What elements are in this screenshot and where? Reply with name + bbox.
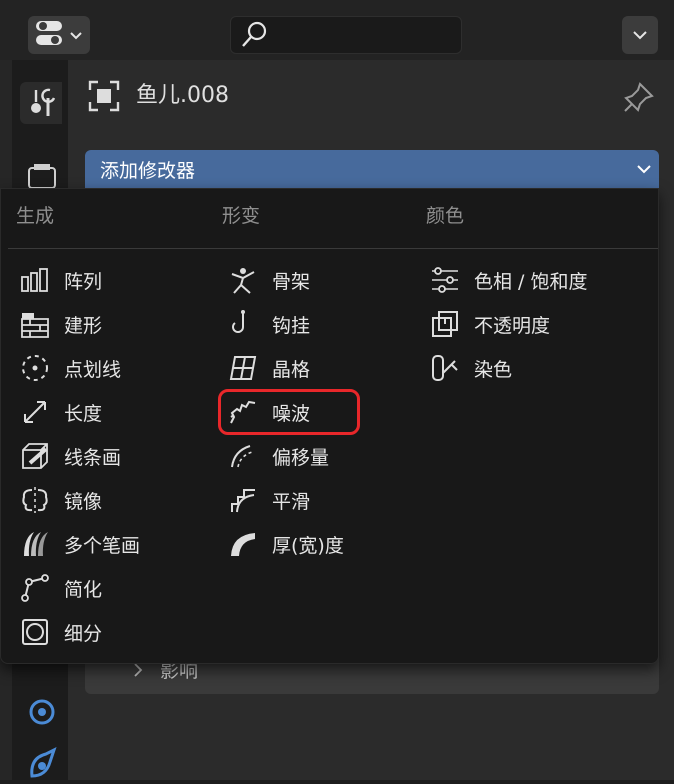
menu-item-lattice[interactable]: 晶格	[228, 348, 310, 388]
chevron-right-icon[interactable]	[132, 662, 144, 682]
mirror-icon	[20, 485, 50, 515]
menu-item-label: 平滑	[272, 490, 311, 513]
object-name: 鱼儿.008	[136, 83, 229, 108]
simplify-icon	[20, 573, 50, 603]
lattice-icon	[228, 353, 258, 383]
menu-heading-deform: 形变	[222, 205, 261, 227]
chevron-down-icon	[633, 31, 647, 40]
chevron-down-icon	[69, 26, 83, 45]
menu-item-build[interactable]: 建形	[20, 304, 102, 344]
menu-item-offset[interactable]: 偏移量	[228, 436, 329, 476]
menu-divider	[8, 248, 658, 249]
menu-item-label: 建形	[64, 314, 103, 337]
options-button[interactable]	[622, 16, 658, 54]
menu-item-label: 长度	[64, 402, 103, 425]
build-icon	[20, 309, 50, 339]
menu-item-label: 晶格	[272, 358, 311, 381]
tab-physics[interactable]	[26, 696, 58, 732]
menu-item-thickness[interactable]: 厚(宽)度	[228, 524, 344, 564]
menu-item-simplify[interactable]: 简化	[20, 568, 102, 608]
menu-item-label: 简化	[64, 578, 103, 601]
menu-item-label: 镜像	[64, 490, 103, 513]
chevron-down-icon	[637, 165, 651, 174]
object-square-icon	[88, 80, 120, 116]
physics-icon	[29, 699, 55, 725]
menu-heading-color: 颜色	[426, 205, 465, 227]
properties-editor-icon	[35, 19, 65, 51]
menu-item-multiple-strokes[interactable]: 多个笔画	[20, 524, 140, 564]
tool-settings-icon	[31, 88, 56, 116]
menu-item-label: 偏移量	[272, 446, 330, 469]
length-icon	[20, 397, 50, 427]
menu-item-label: 色相 / 饱和度	[474, 270, 588, 293]
line-art-icon	[20, 441, 50, 471]
tint-icon	[430, 353, 460, 383]
menu-item-armature[interactable]: 骨架	[228, 260, 310, 300]
tab-shader[interactable]	[26, 747, 58, 784]
opacity-icon	[430, 309, 460, 339]
smooth-icon	[228, 485, 258, 515]
menu-item-hook[interactable]: 钩挂	[228, 304, 310, 344]
menu-item-label: 点划线	[64, 358, 122, 381]
offset-icon	[228, 441, 258, 471]
thickness-icon	[228, 529, 258, 559]
menu-item-tint[interactable]: 染色	[430, 348, 512, 388]
render-icon	[28, 164, 56, 189]
menu-item-hue-saturation[interactable]: 色相 / 饱和度	[430, 260, 587, 300]
menu-item-dot-dash[interactable]: 点划线	[20, 348, 121, 388]
menu-item-array[interactable]: 阵列	[20, 260, 102, 300]
armature-icon	[228, 265, 258, 295]
subdivide-icon	[20, 617, 50, 647]
editor-type-button[interactable]	[28, 16, 90, 54]
menu-item-label: 染色	[474, 358, 513, 381]
add-modifier-button[interactable]: 添加修改器	[85, 150, 659, 188]
dot-dash-icon	[20, 353, 50, 383]
menu-item-subdivide[interactable]: 细分	[20, 612, 102, 652]
add-modifier-label: 添加修改器	[100, 159, 196, 182]
menu-item-label: 阵列	[64, 270, 103, 293]
menu-item-line-art[interactable]: 线条画	[20, 436, 121, 476]
menu-item-opacity[interactable]: 不透明度	[430, 304, 550, 344]
highlight-annotation	[218, 389, 360, 435]
multiple-strokes-icon	[20, 529, 50, 559]
hook-icon	[228, 309, 258, 339]
menu-heading-generate: 生成	[16, 205, 55, 227]
menu-item-label: 多个笔画	[64, 534, 141, 557]
search-icon	[242, 21, 267, 47]
hue-saturation-icon	[430, 265, 460, 295]
menu-item-length[interactable]: 长度	[20, 392, 102, 432]
menu-item-label: 细分	[64, 622, 103, 645]
menu-item-label: 钩挂	[272, 314, 311, 337]
menu-item-smooth[interactable]: 平滑	[228, 480, 310, 520]
pin-icon[interactable]	[622, 80, 656, 118]
menu-item-label: 线条画	[64, 446, 122, 469]
menu-item-label: 骨架	[272, 270, 311, 293]
shader-icon	[30, 747, 57, 778]
menu-item-mirror[interactable]: 镜像	[20, 480, 102, 520]
menu-item-label: 不透明度	[474, 314, 551, 337]
search-input[interactable]	[230, 16, 462, 54]
tab-tool[interactable]	[20, 82, 62, 124]
menu-item-label: 厚(宽)度	[272, 534, 344, 557]
array-icon	[20, 265, 50, 295]
